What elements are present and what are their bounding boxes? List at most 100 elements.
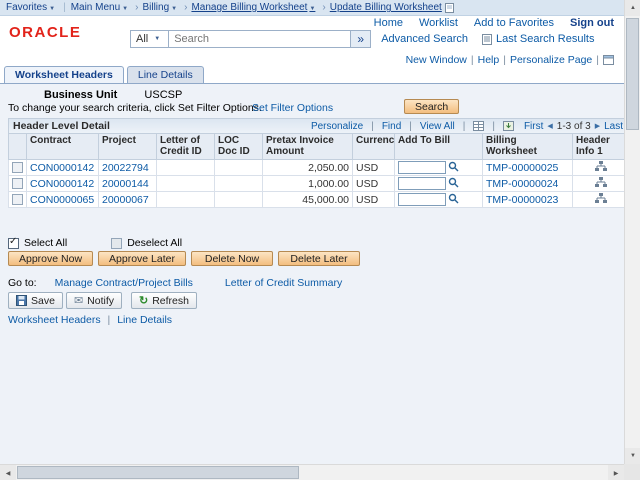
search-button[interactable]: Search [404,99,459,114]
personalize-page-icon[interactable] [603,55,614,65]
breadcrumb-billing-label: Billing [142,2,169,13]
sign-out-link[interactable]: Sign out [570,17,614,29]
scroll-up-arrow-icon[interactable]: ▲ [625,0,640,16]
billing-worksheet-link[interactable]: TMP-00000023 [486,194,558,206]
delete-now-button[interactable]: Delete Now [191,251,273,266]
contract-link[interactable]: CON0000142 [30,162,94,174]
breadcrumb-favorites[interactable]: Favorites▼ [6,2,58,13]
header-info-transfer-icon[interactable] [595,193,607,204]
save-label: Save [31,295,55,307]
refresh-button[interactable]: ↻ Refresh [131,292,197,309]
breadcrumb-manage-billing-worksheet[interactable]: Manage Billing Worksheet▼ [191,2,318,13]
next-arrow-icon[interactable]: ▶ [595,122,600,130]
add-to-bill-input[interactable] [398,177,446,190]
footer-worksheet-headers-link[interactable]: Worksheet Headers [8,314,101,326]
top-nav: Home Worklist Add to Favorites Sign out [374,17,614,29]
new-window-link[interactable]: New Window [406,54,467,66]
last-link[interactable]: Last [604,121,623,132]
zoom-grid-icon[interactable] [473,121,484,131]
breadcrumb-update-label: Update Billing Worksheet [330,2,442,13]
home-link[interactable]: Home [374,17,403,29]
delete-later-button[interactable]: Delete Later [278,251,360,266]
filter-row: To change your search criteria, click Se… [0,99,640,115]
lookup-icon[interactable] [448,163,459,175]
breadcrumb-update-billing-worksheet[interactable]: Update Billing Worksheet [330,2,442,13]
select-all-checkbox[interactable]: ✓ [8,238,19,249]
help-link[interactable]: Help [478,54,500,66]
download-icon[interactable] [503,121,514,131]
pipe-separator: | [409,121,412,132]
project-link[interactable]: 20000144 [102,178,149,190]
search-go-button[interactable]: » [351,30,371,48]
personalize-page-link[interactable]: Personalize Page [510,54,592,66]
add-to-bill-input[interactable] [398,193,446,206]
row-checkbox[interactable] [12,162,23,173]
row-checkbox[interactable] [12,194,23,205]
tab-worksheet-headers[interactable]: Worksheet Headers [4,66,124,83]
view-all-link[interactable]: View All [420,121,455,132]
lookup-icon[interactable] [448,179,459,191]
pipe-separator: | [596,54,599,66]
billing-worksheet-link[interactable]: TMP-00000025 [486,162,558,174]
add-to-favorites-link[interactable]: Add to Favorites [474,17,554,29]
add-to-bill-input[interactable] [398,161,446,174]
deselect-all-checkbox[interactable] [111,238,122,249]
select-all-label: Select All [24,237,67,249]
contract-link[interactable]: CON0000142 [30,178,94,190]
footer-line-details-link[interactable]: Line Details [117,314,172,326]
header-info-transfer-icon[interactable] [595,161,607,172]
goto-label: Go to: [8,277,37,289]
breadcrumb-separator: › [184,2,187,13]
scroll-right-arrow-icon[interactable]: ▶ [608,465,624,480]
lookup-icon[interactable] [448,195,459,207]
horizontal-scrollbar[interactable]: ◀ ▶ [0,464,624,480]
table-row: CON0000142 20022794 2,050.00 USD TMP-000… [9,160,629,176]
breadcrumb: Favorites▼ | Main Menu▼ › Billing▼ › Man… [0,0,640,16]
previous-arrow-icon[interactable]: ◀ [547,122,552,130]
letter-of-credit-summary-link[interactable]: Letter of Credit Summary [225,277,342,289]
breadcrumb-separator: › [135,2,138,13]
global-search-bar: All▼ » Advanced Search Last Search Resul… [130,30,594,48]
column-header-loc-doc-id: LOC Doc ID [215,134,263,160]
tab-line-details[interactable]: Line Details [127,66,204,83]
search-input[interactable] [169,30,351,48]
grid-title: Header Level Detail [13,120,110,132]
refresh-icon: ↻ [139,294,148,307]
worklist-link[interactable]: Worklist [419,17,458,29]
approve-now-button[interactable]: Approve Now [8,251,93,266]
vertical-scrollbar[interactable]: ▲ ▼ [624,0,640,464]
table-header-row: Contract Project Letter of Credit ID LOC… [9,134,629,160]
first-link[interactable]: First [524,121,543,132]
scrollbar-corner [624,464,640,480]
letter-of-credit-id-cell [157,192,215,208]
notify-button[interactable]: ✉ Notify [66,292,122,309]
project-link[interactable]: 20022794 [102,162,149,174]
set-filter-options-link[interactable]: Set Filter Options [252,102,333,114]
pretax-amount-cell: 1,000.00 [263,176,353,192]
update-billing-worksheet-page: Favorites▼ | Main Menu▼ › Billing▼ › Man… [0,0,640,480]
grid-toolbar: Personalize | Find | View All | | First … [311,121,623,132]
loc-doc-id-cell [215,160,263,176]
breadcrumb-billing[interactable]: Billing▼ [142,2,180,13]
worksheet-table: Contract Project Letter of Credit ID LOC… [8,133,629,208]
scroll-left-arrow-icon[interactable]: ◀ [0,465,16,480]
search-scope-select[interactable]: All▼ [130,30,169,48]
horizontal-scroll-thumb[interactable] [17,466,299,479]
billing-worksheet-link[interactable]: TMP-00000024 [486,178,558,190]
find-link[interactable]: Find [382,121,401,132]
header-level-detail-grid: Header Level Detail Personalize | Find |… [8,118,628,208]
header-info-transfer-icon[interactable] [595,177,607,188]
last-search-results-link[interactable]: Last Search Results [482,33,594,45]
contract-link[interactable]: CON0000065 [30,194,94,206]
selection-row: ✓ Select All Deselect All [8,237,182,249]
advanced-search-link[interactable]: Advanced Search [381,33,468,45]
vertical-scroll-thumb[interactable] [626,18,639,130]
project-link[interactable]: 20000067 [102,194,149,206]
manage-contract-project-bills-link[interactable]: Manage Contract/Project Bills [55,277,193,289]
scroll-down-arrow-icon[interactable]: ▼ [625,448,640,464]
personalize-link[interactable]: Personalize [311,121,363,132]
save-button[interactable]: Save [8,292,63,309]
row-checkbox[interactable] [12,178,23,189]
approve-later-button[interactable]: Approve Later [98,251,186,266]
breadcrumb-main-menu[interactable]: Main Menu▼ [71,2,131,13]
